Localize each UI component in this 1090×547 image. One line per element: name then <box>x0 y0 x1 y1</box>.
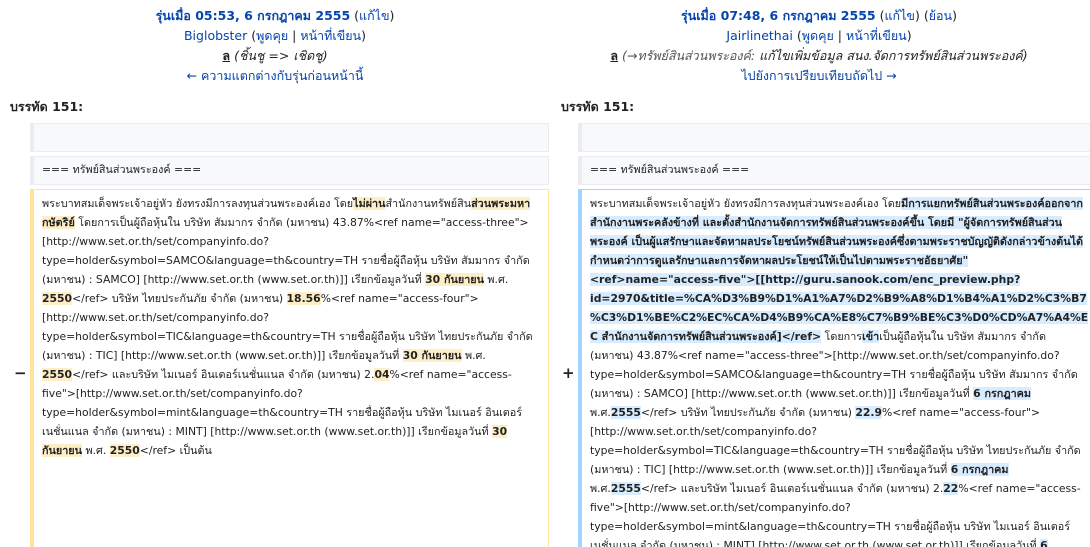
added-line: พระบาทสมเด็จพระเจ้าอยู่หัว ยังทรงมีการลง… <box>578 189 1090 547</box>
added-text-highlight: 22.9 <box>855 406 883 419</box>
new-edit-link[interactable]: แก้ไข <box>884 8 914 23</box>
added-text-segment: </ref> บริษัท ไทยประกันภัย จำกัด (มหาชน) <box>640 406 856 419</box>
removed-text-segment: พ.ศ. <box>82 444 110 457</box>
removed-text-segment: </ref> และบริษัท ไมเนอร์ อินเตอร์เนชั่นแ… <box>72 368 375 381</box>
removed-text-segment: </ref> เป็นต้น <box>139 444 212 457</box>
removed-text-highlight: 04 <box>374 368 390 381</box>
added-text-highlight: 22 <box>943 482 959 495</box>
added-text-segment: พ.ศ. <box>590 406 611 419</box>
new-context-empty-line <box>578 123 1090 152</box>
removed-line-text: พระบาทสมเด็จพระเจ้าอยู่หัว ยังทรงมีการลง… <box>42 194 540 460</box>
added-text-segment: โดยการ <box>821 330 863 343</box>
removed-text-segment: สำนักงานทรัพย์สิน <box>385 197 472 210</box>
next-diff-link[interactable]: ไปยังการเปรียบเทียบถัดไป → <box>741 68 896 83</box>
new-revision-header: รุ่นเมื่อ 07:48, 6 กรกฎาคม 2555 (แก้ไข) … <box>610 8 1028 83</box>
previous-diff-link[interactable]: ← ความแตกต่างกับรุ่นก่อนหน้านี้ <box>187 68 364 83</box>
new-user-link[interactable]: Jairlinethai <box>726 28 792 43</box>
added-text-segment: พระบาทสมเด็จพระเจ้าอยู่หัว ยังทรงมีการลง… <box>590 197 902 210</box>
old-line-number: บรรทัด 151: <box>10 99 84 114</box>
new-talk-link[interactable]: พูดคุย <box>802 28 834 43</box>
added-text-highlight: มีการแยกทรัพย์สินส่วนพระองค์ออกจากสำนักง… <box>590 197 1089 343</box>
removed-text-highlight: ไม่ผ่าน <box>353 197 386 210</box>
added-line-text: พระบาทสมเด็จพระเจ้าอยู่หัว ยังทรงมีการลง… <box>590 194 1089 547</box>
removed-text-highlight: 30 กันยายน <box>425 273 484 286</box>
added-text-highlight: 2555 <box>610 406 641 419</box>
removed-text-highlight: 2550 <box>42 292 73 305</box>
new-revision-link[interactable]: รุ่นเมื่อ 07:48, 6 กรกฎาคม 2555 <box>681 8 876 23</box>
removed-text-highlight: 30 กันยายน <box>402 349 462 362</box>
section-link[interactable]: (→ทรัพย์สินส่วนพระองค์: <box>622 48 755 63</box>
old-revision-link[interactable]: รุ่นเมื่อ 05:53, 6 กรกฎาคม 2555 <box>156 8 351 23</box>
new-context-heading: === ทรัพย์สินส่วนพระองค์ === <box>578 156 1090 185</box>
old-edit-link[interactable]: แก้ไข <box>359 8 389 23</box>
undo-link[interactable]: ย้อน <box>929 8 952 23</box>
diff-page: รุ่นเมื่อ 05:53, 6 กรกฎาคม 2555 (แก้ไข) … <box>0 0 1090 547</box>
removed-text-highlight: 2550 <box>42 368 73 381</box>
new-contribs-link[interactable]: หน้าที่เขียน <box>846 28 907 43</box>
added-text-highlight: เข้า <box>862 330 880 343</box>
removed-line-marker: − <box>14 364 27 382</box>
new-minor-flag: ล <box>610 48 619 63</box>
new-edit-summary: แก้ไขเพิ่มข้อมูล สนง.จัดการทรัพย์สินส่วน… <box>755 48 1028 63</box>
old-minor-flag: ล <box>222 48 231 63</box>
removed-text-segment: พ.ศ. <box>461 349 486 362</box>
added-text-highlight: 2555 <box>610 482 641 495</box>
old-user-link[interactable]: Biglobster <box>184 28 247 43</box>
removed-text-segment: พระบาทสมเด็จพระเจ้าอยู่หัว ยังทรงมีการลง… <box>42 197 354 210</box>
new-line-number: บรรทัด 151: <box>561 99 635 114</box>
removed-text-segment: </ref> บริษัท ไทยประกันภัย จำกัด (มหาชน) <box>72 292 287 305</box>
added-line-marker: + <box>562 364 575 382</box>
added-text-segment: </ref> และบริษัท ไมเนอร์ อินเตอร์เนชั่นแ… <box>640 482 944 495</box>
added-text-segment: พ.ศ. <box>590 482 611 495</box>
removed-text-highlight: 2550 <box>109 444 140 457</box>
old-talk-link[interactable]: พูดคุย <box>256 28 288 43</box>
removed-text-highlight: 18.56 <box>286 292 321 305</box>
old-context-empty-line <box>30 123 549 152</box>
old-revision-header: รุ่นเมื่อ 05:53, 6 กรกฎาคม 2555 (แก้ไข) … <box>155 8 395 83</box>
added-text-highlight: 6 กรกฎาคม <box>950 463 1009 476</box>
removed-line: พระบาทสมเด็จพระเจ้าอยู่หัว ยังทรงมีการลง… <box>30 189 549 547</box>
old-context-heading: === ทรัพย์สินส่วนพระองค์ === <box>30 156 549 185</box>
added-text-highlight: 6 กรกฎาคม <box>973 387 1031 400</box>
old-contribs-link[interactable]: หน้าที่เขียน <box>300 28 361 43</box>
removed-text-segment: พ.ศ. <box>483 273 509 286</box>
old-edit-summary: (ชิ้นชู => เชิดชู) <box>234 48 328 63</box>
